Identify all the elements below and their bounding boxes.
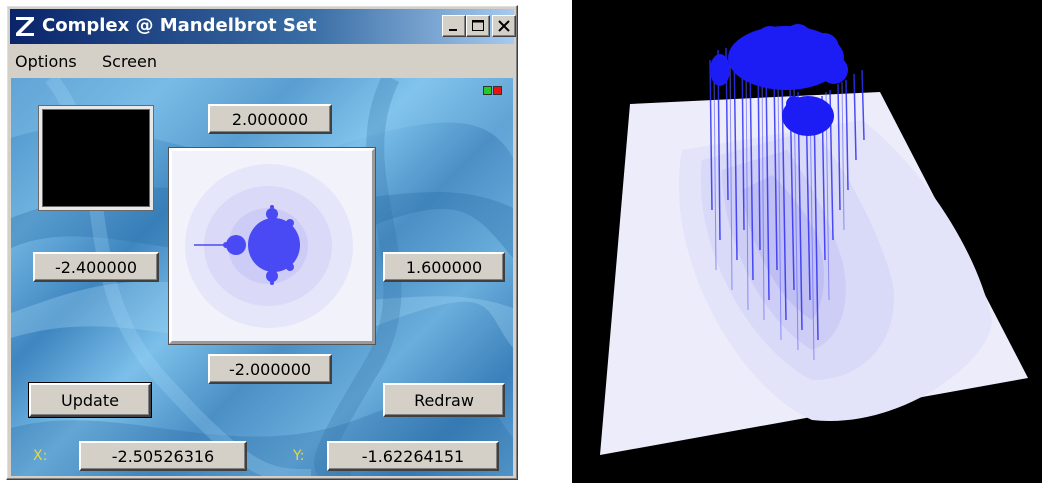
x-coordinate-label: X: [33, 448, 48, 464]
minimize-icon [449, 29, 457, 31]
maximize-icon [472, 20, 484, 31]
redraw-button[interactable]: Redraw [383, 383, 505, 417]
close-button[interactable] [492, 15, 516, 37]
mandelbrot-preview[interactable] [169, 148, 375, 344]
y-coordinate-label: Y: [293, 448, 305, 464]
mandelbrot-3d-render [600, 24, 1028, 455]
color-swatch[interactable] [39, 106, 153, 210]
update-button[interactable]: Update [28, 382, 152, 418]
status-indicator-red [493, 86, 502, 95]
bound-top-field[interactable]: 2.000000 [208, 104, 332, 134]
menu-bar: Options Screen [10, 46, 514, 76]
bound-bottom-field[interactable]: -2.000000 [208, 354, 332, 384]
menu-screen[interactable]: Screen [102, 52, 157, 71]
close-icon [498, 20, 510, 32]
control-panel: 2.000000 -2.400000 1.600000 -2.000000 Up… [11, 78, 513, 476]
y-coordinate-field[interactable]: -1.62264151 [327, 441, 499, 471]
minimize-button[interactable] [442, 15, 466, 37]
x-coordinate-field[interactable]: -2.50526316 [79, 441, 247, 471]
mandelbrot-3d-view[interactable] [572, 0, 1042, 483]
title-bar[interactable]: Complex @ Mandelbrot Set [10, 9, 516, 44]
status-indicator-green [483, 86, 492, 95]
mandelbrot-window: Complex @ Mandelbrot Set Options Screen [6, 5, 518, 480]
window-title: Complex @ Mandelbrot Set [42, 15, 317, 36]
bound-right-field[interactable]: 1.600000 [383, 252, 505, 282]
bound-left-field[interactable]: -2.400000 [33, 252, 159, 282]
mandelbrot-thumbnail [172, 151, 372, 341]
menu-options[interactable]: Options [15, 52, 77, 71]
maximize-button[interactable] [466, 15, 490, 37]
z-logo-icon[interactable] [13, 14, 37, 38]
